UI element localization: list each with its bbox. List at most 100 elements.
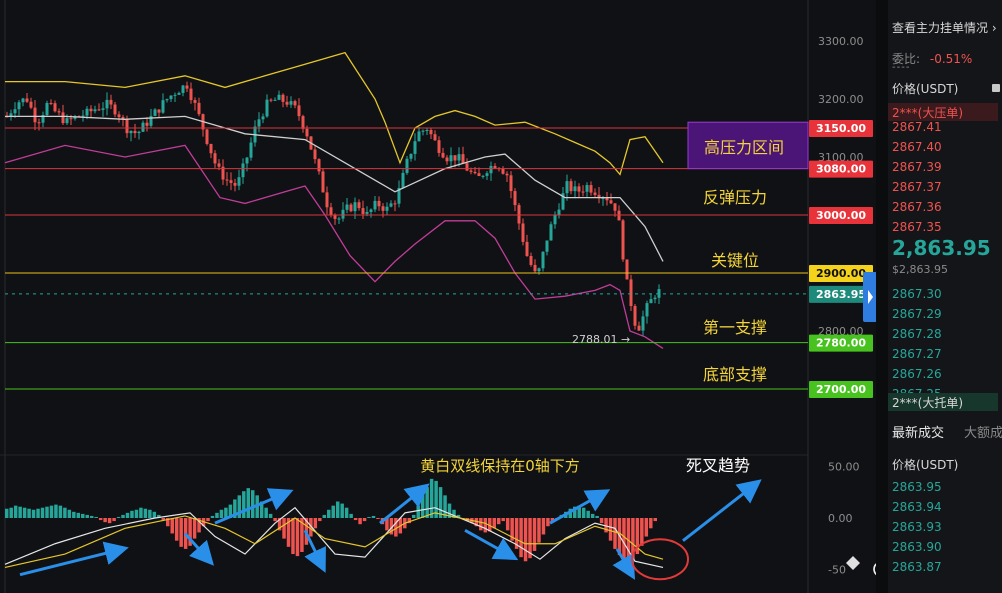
macd-bar (335, 501, 340, 518)
macd-bar (152, 511, 157, 518)
candle-body (401, 172, 405, 188)
candle-body (493, 165, 497, 169)
candle-body (369, 209, 373, 212)
candle-body (45, 103, 49, 116)
macd-bar (45, 506, 49, 518)
macd-bar (210, 515, 215, 518)
macd-bar (27, 508, 31, 518)
annotation-3: 第一支撑 (703, 318, 767, 337)
candle-body (385, 206, 389, 211)
macd-bar (54, 504, 58, 518)
candle-body (529, 256, 533, 265)
candle-body (81, 115, 85, 117)
candle-body (445, 157, 449, 162)
candle-body (521, 223, 525, 242)
macd-bar (376, 518, 380, 520)
candle-body (181, 85, 185, 93)
ask-row[interactable]: 2867.35 (892, 220, 942, 234)
candle-body (329, 207, 333, 216)
macd-bar (483, 518, 488, 533)
bid-row[interactable]: 2867.28 (892, 327, 942, 341)
candle-body (261, 116, 265, 120)
candle-body (377, 200, 381, 207)
more-icon[interactable] (992, 84, 1000, 92)
candle-body (209, 143, 213, 154)
candle-body (205, 129, 209, 144)
annotation-0: 高压力区间 (704, 138, 784, 157)
macd-bar (170, 518, 174, 534)
candle-body (289, 101, 293, 105)
bid-row[interactable]: 2867.30 (892, 287, 942, 301)
candle-body (61, 112, 65, 124)
macd-bar (72, 511, 76, 518)
candle-body (177, 92, 181, 95)
candle-body (441, 152, 445, 158)
trade-row[interactable]: 2863.90 (892, 540, 942, 554)
ask-row[interactable]: 2867.41 (892, 120, 942, 134)
candle-body (633, 306, 637, 326)
candle-body (393, 203, 397, 205)
bid-row[interactable]: 2867.29 (892, 307, 942, 321)
bid-row[interactable]: 2867.27 (892, 347, 942, 361)
candle-body (405, 158, 409, 173)
macd-bar (67, 509, 72, 518)
last-price-usd: $2,863.95 (892, 263, 948, 276)
trade-row[interactable]: 2863.95 (892, 480, 942, 494)
candle-body (609, 200, 613, 204)
macd-bar (353, 518, 358, 521)
candle-body (573, 186, 577, 192)
candle-body (605, 197, 609, 201)
ask-row[interactable]: 2867.39 (892, 160, 942, 174)
ask-row[interactable]: 2867.37 (892, 180, 942, 194)
macd-bar (250, 490, 255, 518)
candle-body (237, 177, 241, 186)
trading-screen: 3300.003200.003100.003000.002900.002800.… (0, 0, 1002, 593)
candle-body (185, 85, 189, 89)
tab-big-trades[interactable]: 大额成 (964, 422, 1002, 441)
candle-body (557, 209, 561, 216)
candle-body (585, 185, 589, 192)
candle-body (357, 202, 361, 209)
candle-body (593, 192, 597, 195)
macd-bar (116, 516, 121, 518)
macd-bar (174, 518, 179, 541)
macd-bar (282, 518, 286, 539)
macd-bar (523, 518, 528, 562)
candle-body (429, 129, 433, 135)
candle-body (409, 153, 413, 159)
ask-row[interactable]: 2867.36 (892, 200, 942, 214)
macd-bar (268, 513, 273, 518)
ask-tag: 2***(大压单) (892, 106, 963, 120)
candle-body (469, 170, 473, 172)
macd-bar (649, 518, 653, 529)
macd-bar (412, 514, 416, 518)
macd-bar (206, 518, 210, 522)
candle-body (473, 171, 477, 174)
candle-body (245, 157, 249, 164)
trade-row[interactable]: 2863.94 (892, 500, 942, 514)
candle-body (265, 99, 269, 117)
annotation-4: 底部支撑 (703, 365, 767, 384)
candle-body (133, 130, 137, 134)
trade-row[interactable]: 2863.93 (892, 520, 942, 534)
bid-row[interactable]: 2867.26 (892, 367, 942, 381)
tab-latest-trades[interactable]: 最新成交 (892, 422, 944, 441)
trade-row[interactable]: 2863.87 (892, 560, 942, 574)
candle-body (121, 117, 125, 119)
candle-body (365, 211, 369, 214)
view-main-orders-link[interactable]: 查看主力挂单情况 › (892, 19, 997, 36)
ask-row[interactable]: 2867.40 (892, 140, 942, 154)
macd-bar (496, 518, 501, 525)
macd-bar (295, 518, 300, 557)
macd-bar (595, 515, 599, 518)
chart-background (0, 0, 876, 593)
macd-bar (537, 518, 541, 543)
candle-body (553, 215, 557, 225)
candle-body (109, 99, 113, 105)
macd-bar (501, 518, 505, 522)
candle-body (345, 204, 349, 210)
macd-bar (18, 506, 22, 518)
candle-body (233, 182, 237, 186)
macd-bar (130, 510, 134, 518)
candle-body (333, 215, 337, 219)
